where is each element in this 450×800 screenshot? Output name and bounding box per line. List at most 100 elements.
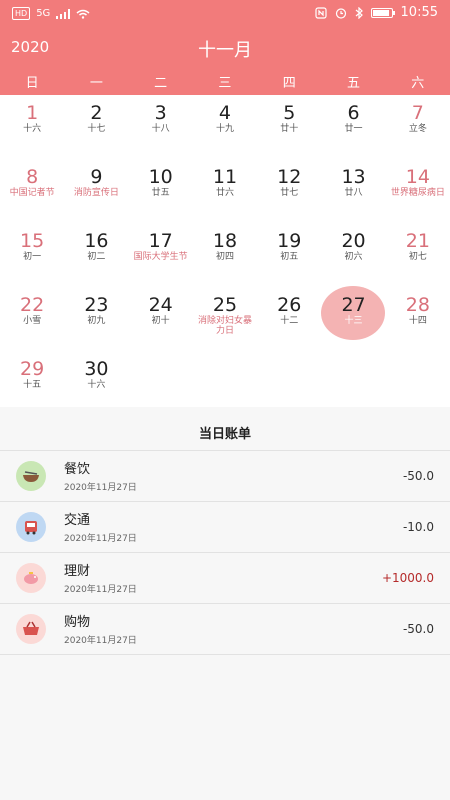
bill-date: 2020年11月27日 bbox=[64, 483, 137, 493]
day-number: 3 bbox=[154, 102, 167, 124]
calendar-day[interactable]: 4 十九 bbox=[193, 95, 257, 157]
bill-title: 当日账单 bbox=[198, 427, 251, 442]
calendar-day[interactable]: 29 十五 bbox=[0, 351, 64, 413]
calendar-day[interactable]: 10 廿五 bbox=[129, 159, 193, 221]
calendar-day[interactable]: 12 廿七 bbox=[257, 159, 321, 221]
day-number: 28 bbox=[405, 294, 430, 316]
bill-item[interactable]: 交通 2020年11月27日 -10.0 bbox=[0, 502, 450, 553]
calendar-day[interactable]: 16 初二 bbox=[64, 223, 128, 285]
calendar-day[interactable]: 23 初九 bbox=[64, 287, 128, 349]
day-number: 21 bbox=[405, 230, 430, 252]
lunar-label: 初六 bbox=[344, 252, 363, 262]
calendar-day[interactable]: 7 立冬 bbox=[386, 95, 450, 157]
day-number: 8 bbox=[26, 166, 39, 188]
piggy-bank-icon bbox=[16, 563, 46, 593]
day-number: 16 bbox=[84, 230, 109, 252]
day-number: 1 bbox=[26, 102, 39, 124]
calendar-day[interactable]: 18 初四 bbox=[193, 223, 257, 285]
hd-badge: HD bbox=[12, 7, 31, 20]
bill-item[interactable]: 购物 2020年11月27日 -50.0 bbox=[0, 604, 450, 655]
calendar-day[interactable]: 14 世界糖尿病日 bbox=[386, 159, 450, 221]
day-number: 25 bbox=[212, 294, 238, 316]
calendar-header: HD 5G 10:55 2020 十一月 日一二三四五六 bbox=[0, 0, 450, 95]
bill-category: 理财 bbox=[64, 564, 91, 579]
bill-category: 交通 bbox=[64, 513, 91, 528]
weekday-label: 四 bbox=[282, 76, 296, 91]
calendar-day[interactable]: 30 十六 bbox=[64, 351, 128, 413]
calendar-day[interactable]: 1 十六 bbox=[0, 95, 64, 157]
weekday-label: 日 bbox=[25, 76, 39, 91]
lunar-label: 初十 bbox=[151, 316, 170, 326]
lunar-label: 十五 bbox=[23, 380, 42, 390]
calendar-day[interactable]: 2 十七 bbox=[64, 95, 128, 157]
calendar-day[interactable]: 26 十二 bbox=[257, 287, 321, 349]
calendar-day[interactable]: 5 廿十 bbox=[257, 95, 321, 157]
day-number: 13 bbox=[341, 166, 366, 188]
weekday-label: 三 bbox=[218, 76, 232, 91]
bill-list: 餐饮 2020年11月27日 -50.0 交通 2020年11月27日 -10.0 理财 20… bbox=[0, 450, 450, 655]
lunar-label: 十六 bbox=[23, 124, 42, 134]
bill-item[interactable]: 餐饮 2020年11月27日 -50.0 bbox=[0, 451, 450, 502]
bill-category: 餐饮 bbox=[64, 462, 91, 477]
day-number: 12 bbox=[277, 166, 302, 188]
calendar-day-selected[interactable]: 27 十三 bbox=[321, 286, 386, 349]
day-number: 9 bbox=[90, 166, 103, 188]
day-number: 11 bbox=[212, 166, 238, 188]
day-number: 20 bbox=[341, 230, 366, 252]
calendar-grid: 1 十六 2 十七 3 十八 4 十九 5 廿十 6 廿一 7 立冬 8 中国记者节 9 消防宣传日 10 廿五 11 廿… bbox=[0, 95, 450, 407]
bill-date: 2020年11月27日 bbox=[64, 636, 137, 646]
day-number: 17 bbox=[148, 230, 173, 252]
nfc-icon bbox=[314, 6, 327, 19]
status-bar: HD 5G 10:55 bbox=[0, 0, 450, 28]
day-number: 30 bbox=[84, 358, 109, 380]
calendar-day[interactable]: 20 初六 bbox=[321, 223, 385, 285]
day-number: 19 bbox=[277, 230, 302, 252]
bill-item[interactable]: 理财 2020年11月27日 +1000.0 bbox=[0, 553, 450, 604]
bill-amount: -50.0 bbox=[402, 469, 434, 483]
lunar-label: 廿七 bbox=[280, 188, 299, 198]
month-title: 十一月 bbox=[198, 40, 252, 61]
calendar-day[interactable]: 15 初一 bbox=[0, 223, 64, 285]
lunar-label: 廿一 bbox=[344, 124, 363, 134]
calendar-day[interactable]: 6 廿一 bbox=[321, 95, 385, 157]
bill-date: 2020年11月27日 bbox=[64, 534, 137, 544]
calendar-day[interactable]: 8 中国记者节 bbox=[0, 159, 64, 221]
lunar-label: 廿六 bbox=[215, 188, 234, 198]
calendar-day[interactable]: 21 初七 bbox=[386, 223, 450, 285]
weekday-label: 二 bbox=[154, 76, 168, 91]
bill-date: 2020年11月27日 bbox=[64, 585, 137, 595]
alarm-icon bbox=[335, 7, 346, 19]
calendar-day[interactable]: 28 十四 bbox=[386, 287, 450, 349]
basket-icon bbox=[16, 614, 46, 644]
calendar-day[interactable]: 11 廿六 bbox=[193, 159, 257, 221]
calendar-day[interactable]: 9 消防宣传日 bbox=[64, 159, 128, 221]
day-number: 24 bbox=[148, 294, 173, 316]
calendar-day[interactable]: 13 廿八 bbox=[321, 159, 385, 221]
calendar-day[interactable]: 17 国际大学生节 bbox=[129, 223, 193, 285]
lunar-label: 中国记者节 bbox=[9, 188, 55, 198]
day-number: 6 bbox=[347, 102, 360, 124]
calendar-day[interactable]: 22 小雪 bbox=[0, 287, 64, 349]
lunar-label: 初九 bbox=[87, 316, 106, 326]
day-number: 22 bbox=[20, 294, 45, 316]
calendar-day[interactable]: 19 初五 bbox=[257, 223, 321, 285]
lunar-label: 十六 bbox=[87, 380, 106, 390]
calendar-day[interactable]: 24 初十 bbox=[129, 287, 193, 349]
bluetooth-icon bbox=[355, 6, 363, 19]
bowl-icon bbox=[16, 461, 46, 491]
lunar-label: 廿十 bbox=[280, 124, 299, 134]
bill-category: 购物 bbox=[64, 615, 91, 630]
lunar-label: 廿八 bbox=[344, 188, 363, 198]
calendar-day[interactable]: 3 十八 bbox=[129, 95, 193, 157]
day-number: 18 bbox=[212, 230, 238, 252]
day-number: 2 bbox=[90, 102, 103, 124]
calendar-day[interactable]: 25 消除对妇女暴力日 bbox=[193, 287, 257, 349]
wifi-icon bbox=[76, 9, 90, 19]
lunar-label: 立冬 bbox=[408, 124, 427, 134]
day-number: 26 bbox=[277, 294, 302, 316]
lunar-label: 十七 bbox=[87, 124, 106, 134]
lunar-label: 消防宣传日 bbox=[73, 188, 119, 198]
day-number: 5 bbox=[283, 102, 296, 124]
bus-icon bbox=[16, 512, 46, 542]
network-label: 5G bbox=[36, 8, 51, 19]
